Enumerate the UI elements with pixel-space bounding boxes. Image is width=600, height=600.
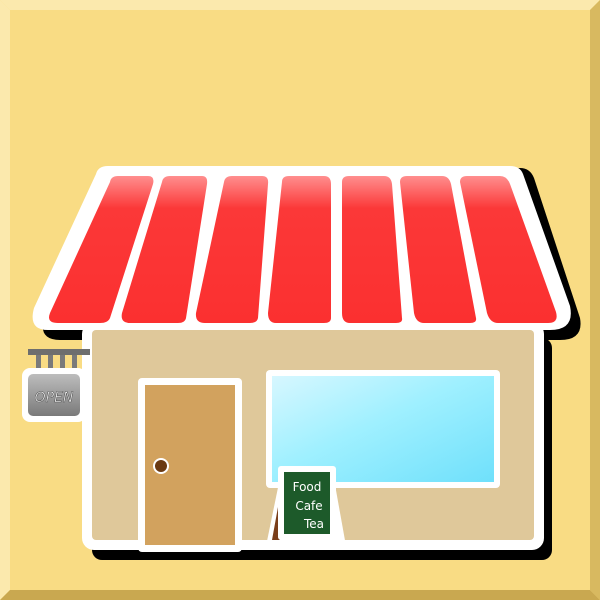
board-line-1: Food [293,480,322,494]
awning [32,166,571,330]
open-sign-text: OPEN [35,390,74,406]
shop-illustration: OPEN Food Cafe Tea [0,0,600,600]
menu-board: Food Cafe Tea [266,466,346,546]
board-line-2: Cafe [295,499,322,513]
board-line-3: Tea [303,517,324,531]
shop-door[interactable] [138,378,242,552]
